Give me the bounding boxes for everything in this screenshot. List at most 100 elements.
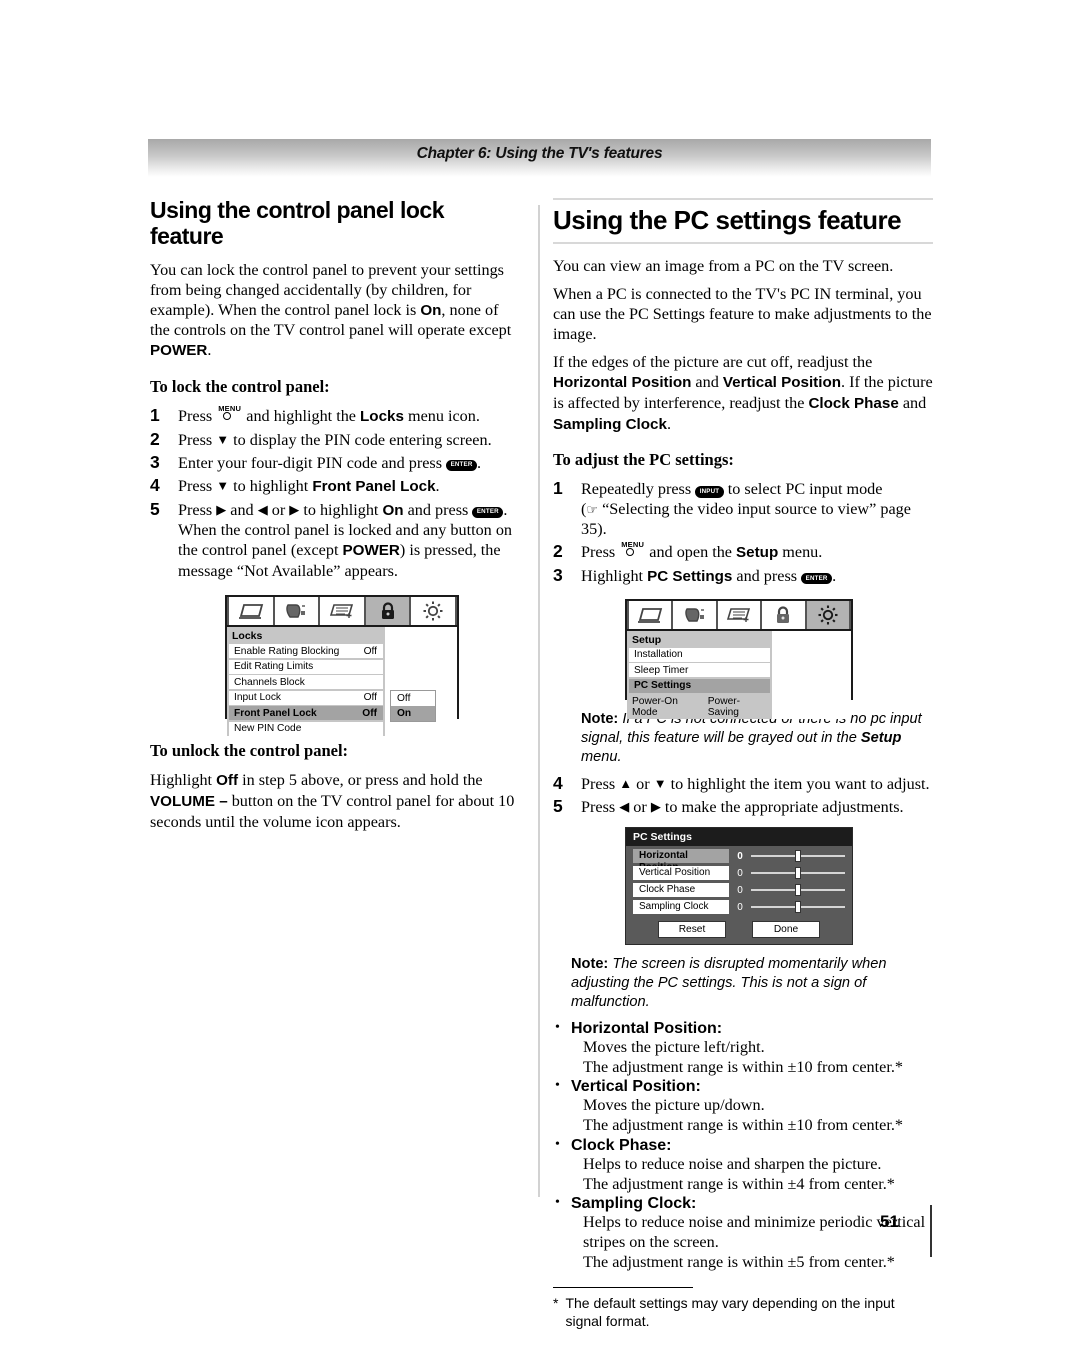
pc-steps-list-1: Repeatedly press INPUT to select PC inpu…	[553, 478, 933, 587]
osd-row-label: Front Panel Lock	[234, 707, 317, 719]
settings-sliders-icon[interactable]	[320, 597, 366, 626]
pointing-hand-icon: ☞	[586, 503, 599, 519]
left-arrow-icon: ◀	[257, 501, 268, 517]
input-key-icon: INPUT	[695, 486, 724, 498]
right-arrow-icon: ▶	[289, 501, 300, 517]
horizontal-position-keyword: Horizontal Position	[553, 374, 692, 392]
intro-part-3: .	[207, 341, 212, 360]
slider-knob[interactable]	[795, 884, 801, 897]
slider-track[interactable]	[751, 849, 845, 863]
enter-key-icon: ENTER	[446, 459, 478, 471]
pc-settings-dialog-title: PC Settings	[626, 828, 852, 847]
osd-row-label: Edit Rating Limits	[234, 661, 314, 673]
vertical-position-keyword: Vertical Position	[722, 374, 842, 392]
lock-icon[interactable]	[762, 600, 807, 629]
left-section-heading: Using the control panel lock feature	[150, 197, 444, 249]
osd-row[interactable]: Input Lock Off	[229, 690, 383, 705]
pc-step-4: Press ▲ or ▼ to highlight the item you w…	[553, 773, 933, 795]
pcstep3-c: .	[832, 567, 837, 586]
bullet-term: Vertical Position:	[571, 1078, 701, 1096]
pcstep1-ref-text: “Selecting the video input source to vie…	[581, 500, 911, 539]
slider-track[interactable]	[751, 866, 845, 880]
step4-pre: Press	[178, 476, 217, 495]
step4-post: to highlight	[229, 476, 313, 495]
bullet-vertical-position: Vertical Position: Moves the picture up/…	[553, 1078, 933, 1136]
slider-value: 0	[737, 901, 743, 913]
to-adjust-subhead: To adjust the PC settings:	[553, 450, 734, 470]
pc-settings-keyword: PC Settings	[647, 568, 733, 586]
settings-sliders-icon[interactable]	[717, 600, 763, 629]
bullet-description: Moves the picture left/right. The adjust…	[583, 1037, 903, 1076]
osd-row-label: Installation	[634, 649, 683, 661]
slider-label: Horizontal Position	[633, 849, 729, 873]
step5-c: or	[267, 500, 290, 519]
down-arrow-icon: ▼	[653, 776, 667, 792]
osd-row-pc-settings[interactable]: PC Settings	[629, 678, 770, 693]
pcstep2-a: Press	[581, 543, 620, 562]
menu-key-icon: MENU	[619, 540, 645, 559]
pcstep5-a: Press	[581, 798, 620, 817]
osd-row[interactable]: Channels Block	[229, 675, 383, 690]
picture-icon[interactable]	[627, 600, 674, 629]
setup-sun-icon[interactable]	[411, 597, 457, 626]
popup-option-on[interactable]: On	[391, 706, 435, 722]
osd-row-value: Power-Saving	[707, 695, 741, 718]
locks-osd-body: Locks Enable Rating Blocking Off Edit Rat…	[227, 627, 457, 736]
left-arrow-icon: ◀	[619, 799, 630, 815]
osd-row-label: Sleep Timer	[634, 664, 689, 676]
page-number-rule	[930, 1205, 932, 1257]
osd-row[interactable]: Enable Rating Blocking Off	[229, 644, 383, 659]
pcstep1-a: Repeatedly press	[581, 480, 696, 499]
setup-osd-body: Setup Installation Sleep Timer PC Settin…	[627, 630, 851, 720]
slider-row-clock-phase[interactable]: Clock Phase 0	[633, 883, 845, 898]
footnote: * The default settings may vary dependin…	[553, 1295, 933, 1330]
pcstep4-b: or	[632, 775, 654, 794]
osd-row-power-on-mode[interactable]: Power-On Mode Power-Saving	[632, 694, 770, 719]
pcstep1-b: to select PC input mode	[723, 480, 883, 499]
reset-button[interactable]: Reset	[658, 921, 726, 939]
pcstep3-a: Highlight	[581, 567, 648, 586]
step5-b: and	[226, 500, 258, 519]
setup-keyword: Setup	[736, 544, 779, 562]
sampling-clock-keyword: Sampling Clock	[553, 415, 667, 433]
picture-icon[interactable]	[227, 597, 275, 626]
locks-osd-illustration: Locks Enable Rating Blocking Off Edit Rat…	[225, 595, 459, 736]
bullet-sampling-clock: Sampling Clock: Helps to reduce noise an…	[553, 1195, 933, 1272]
setup-sun-icon[interactable]	[806, 600, 852, 629]
slider-track[interactable]	[751, 883, 845, 897]
osd-row-label: PC Settings	[634, 680, 692, 692]
para3-a: If the edges of the picture are cut off,…	[553, 353, 873, 372]
slider-track[interactable]	[751, 900, 845, 914]
osd-row[interactable]: Edit Rating Limits	[229, 659, 383, 674]
up-arrow-icon: ▲	[619, 776, 633, 792]
column-divider	[538, 205, 540, 1197]
pcstep2-c: menu.	[778, 543, 823, 562]
step1-pre: Press	[178, 407, 217, 426]
left-column: Using the control panel lock feature You…	[150, 197, 522, 840]
osd-row-label: Power-On Mode	[632, 695, 678, 718]
slider-row-vertical-position[interactable]: Vertical Position 0	[633, 866, 845, 881]
audio-icon[interactable]	[673, 600, 718, 629]
slider-knob[interactable]	[795, 901, 801, 914]
done-button[interactable]: Done	[752, 921, 820, 939]
osd-row[interactable]: Installation	[629, 647, 770, 662]
slider-row-sampling-clock[interactable]: Sampling Clock 0	[633, 900, 845, 915]
lock-icon[interactable]	[365, 597, 412, 626]
note1-setup-keyword: Setup	[860, 729, 902, 746]
locks-menu-panel: Locks Enable Rating Blocking Off Edit Rat…	[227, 627, 385, 736]
slider-label: Vertical Position	[633, 866, 729, 881]
intro-on-keyword: On	[420, 301, 442, 319]
audio-icon[interactable]	[274, 597, 321, 626]
pcstep4-a: Press	[581, 775, 620, 794]
osd-row-value: Off	[362, 707, 377, 719]
slider-knob[interactable]	[795, 867, 801, 880]
osd-row-label: Channels Block	[234, 676, 305, 688]
osd-row[interactable]: Sleep Timer	[629, 663, 770, 678]
osd-row-front-panel-lock[interactable]: Front Panel Lock Off	[229, 706, 383, 721]
slider-row-horizontal-position[interactable]: Horizontal Position 0	[633, 849, 845, 873]
pc-intro-paragraph-2: When a PC is connected to the TV's PC IN…	[553, 285, 932, 344]
popup-option-off[interactable]: Off	[391, 691, 435, 707]
slider-knob[interactable]	[795, 850, 801, 863]
osd-row-value: Off	[363, 645, 377, 657]
osd-row[interactable]: New PIN Code	[229, 721, 383, 736]
